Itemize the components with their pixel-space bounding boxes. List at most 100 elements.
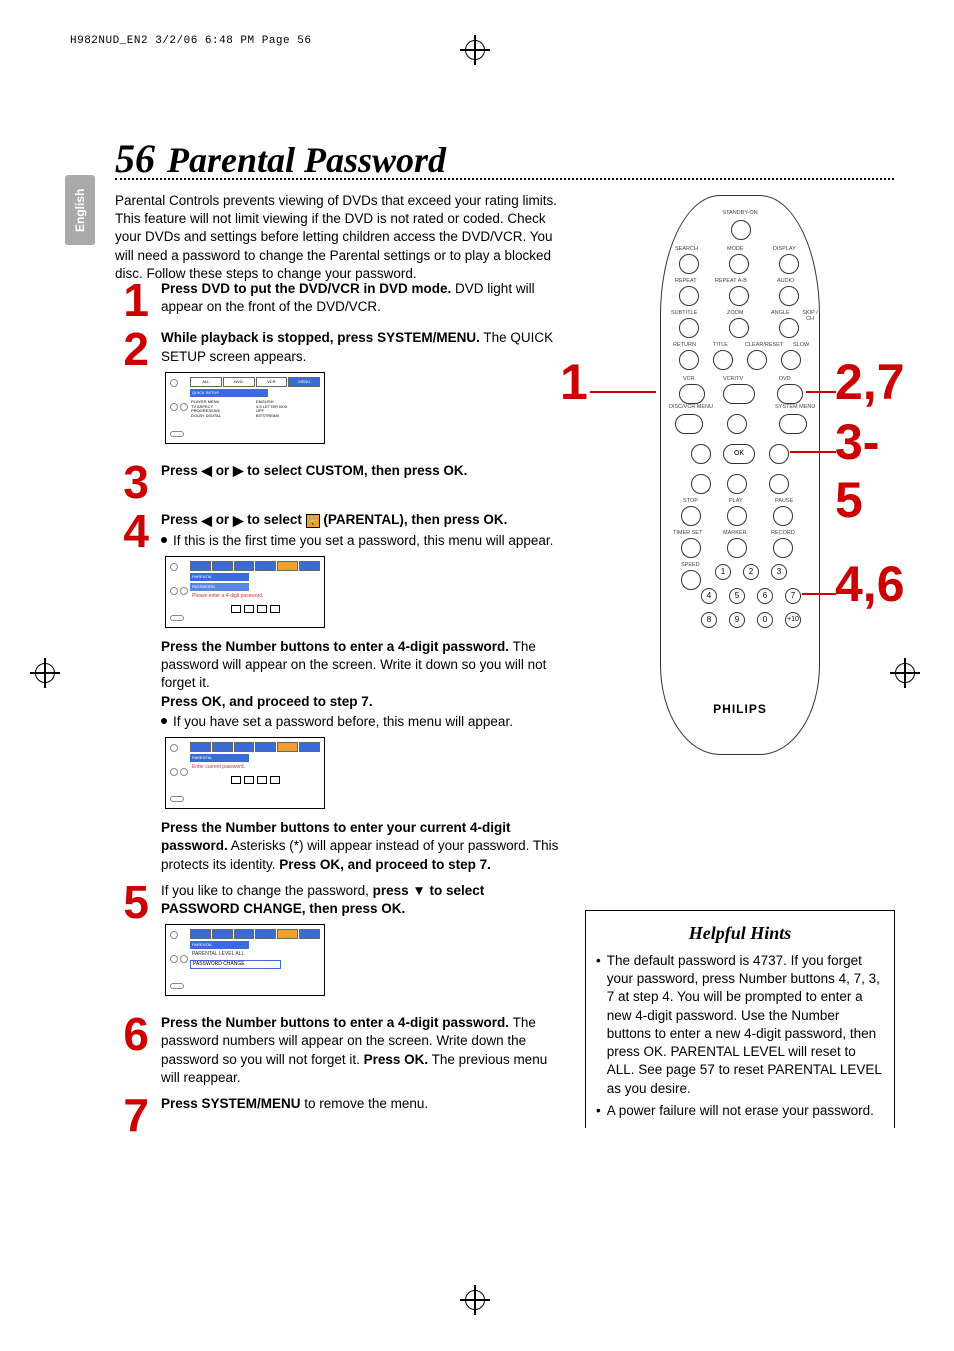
- step-bold: Press OK, and proceed to step 7.: [161, 694, 373, 709]
- step-number: 3: [115, 462, 149, 503]
- number-button: 6: [757, 588, 773, 604]
- step-text: Press: [161, 463, 202, 478]
- osd-text: Please enter a 4-digit password.: [190, 591, 320, 602]
- hint-item: The default password is 4737. If you for…: [596, 952, 884, 1098]
- remote-label: DVD: [779, 376, 791, 382]
- osd-text: Enter current password.: [190, 762, 320, 773]
- skip-back-icon: [779, 318, 799, 338]
- remote-body: STANDBY-ON SEARCH MODE DISPLAY REPEAT RE…: [660, 195, 820, 755]
- step-7: 7 Press SYSTEM/MENU to remove the menu.: [115, 1095, 565, 1136]
- skip-fwd-icon: [779, 286, 799, 306]
- step-bold: Press the Number buttons to enter a 4-di…: [161, 1015, 509, 1030]
- step-3: 3 Press ◀ or ▶ to select CUSTOM, then pr…: [115, 462, 565, 503]
- remote-label: PAUSE: [775, 498, 793, 504]
- step-text: or: [212, 463, 233, 478]
- step-body: Press the Number buttons to enter a 4-di…: [161, 1014, 565, 1087]
- step-bold: Press DVD to put the DVD/VCR in DVD mode…: [161, 281, 451, 296]
- remote-label: STANDBY-ON: [661, 210, 819, 216]
- step-number: 1: [115, 280, 149, 321]
- step-bullet: If you have set a password before, this …: [173, 713, 513, 731]
- remote-label: VCR: [683, 376, 695, 382]
- remote-label: ZOOM: [727, 310, 744, 316]
- callout-2-7: 2,7: [835, 353, 905, 411]
- step-2: 2 While playback is stopped, press SYSTE…: [115, 329, 565, 453]
- osd-parental-menu: PARENTAL PARENTAL LEVEL ALL PASSWORD CHA…: [165, 924, 325, 996]
- power-icon: [731, 220, 751, 240]
- intro-paragraph: Parental Controls prevents viewing of DV…: [115, 192, 565, 283]
- remote-label: DISPLAY: [773, 246, 796, 252]
- callout-3-5: 3-5: [835, 413, 890, 529]
- remote-label: REPEAT: [675, 278, 697, 284]
- osd-bar: PARENTAL: [190, 941, 249, 949]
- step-number: 5: [115, 882, 149, 1006]
- osd-parental-new: PARENTAL PASSWORD Please enter a 4-digit…: [165, 556, 325, 628]
- forward-icon: [769, 474, 789, 494]
- step-5: 5 If you like to change the password, pr…: [115, 882, 565, 1006]
- number-button: 2: [743, 564, 759, 580]
- page-number: 56: [115, 135, 155, 182]
- step-number: 6: [115, 1014, 149, 1087]
- step-text: to remove the menu.: [301, 1096, 429, 1111]
- number-button: 5: [729, 588, 745, 604]
- crop-mark-left: [30, 658, 60, 688]
- crop-mark-right: [890, 658, 920, 688]
- callout-line: [806, 391, 836, 393]
- step-bold: Press SYSTEM/MENU: [161, 1096, 301, 1111]
- callout-4-6: 4,6: [835, 555, 905, 613]
- osd-tab: ALL: [190, 377, 222, 387]
- number-button: 0: [757, 612, 773, 628]
- step-body: While playback is stopped, press SYSTEM/…: [161, 329, 565, 453]
- helpful-hints: Helpful Hints The default password is 47…: [585, 910, 895, 1128]
- remote-label: VCR/TV: [723, 376, 743, 382]
- remote-label: RECORD: [771, 530, 795, 536]
- remote-label: REPEAT A-B: [715, 278, 747, 284]
- remote-label: SPEED: [681, 562, 700, 568]
- brand-logo: PHILIPS: [661, 702, 819, 716]
- page-title: Parental Password: [167, 139, 446, 181]
- lock-icon: 🔒: [306, 514, 320, 528]
- step-text: to select CUSTOM, then press OK.: [243, 463, 467, 478]
- remote-label: SEARCH: [675, 246, 698, 252]
- remote-label: PLAY: [729, 498, 743, 504]
- record-icon: [773, 538, 793, 558]
- crop-mark-bottom: [460, 1285, 490, 1315]
- right-arrow-icon: ▶: [233, 512, 243, 530]
- up-arrow-icon: [727, 414, 747, 434]
- number-button: +10: [785, 612, 801, 628]
- number-button: 9: [729, 612, 745, 628]
- remote-label: TITLE: [713, 342, 728, 348]
- remote-label: RETURN: [673, 342, 696, 348]
- page-title-row: 56 Parental Password: [115, 135, 894, 182]
- step-body: If you like to change the password, pres…: [161, 882, 565, 1006]
- step-number: 4: [115, 511, 149, 874]
- callout-1: 1: [560, 353, 588, 411]
- remote-label: SYSTEM MENU: [775, 404, 815, 410]
- crop-mark-top: [460, 35, 490, 65]
- left-arrow-icon: [691, 444, 711, 464]
- remote-label: SLOW: [793, 342, 809, 348]
- ok-button: OK: [723, 444, 755, 464]
- hint-item: A power failure will not erase your pass…: [596, 1102, 884, 1120]
- callout-line: [802, 593, 836, 595]
- step-bullet: If this is the first time you set a pass…: [173, 532, 553, 550]
- osd-bar: QUICK SETUP: [190, 389, 268, 397]
- remote-label: ANGLE: [771, 310, 790, 316]
- osd-tab: VCR: [256, 377, 288, 387]
- osd-bar: PARENTAL: [190, 573, 249, 581]
- osd-col: PLAYER MENUTV ASPECTPROGRESSIVEDOLBY DIG…: [190, 399, 255, 420]
- number-button: 7: [785, 588, 801, 604]
- remote-label: TIMER SET: [673, 530, 702, 536]
- remote-label: SKIP / CH: [801, 310, 819, 322]
- left-arrow-icon: ◀: [202, 462, 212, 480]
- step-bold: Press OK.: [364, 1052, 429, 1067]
- right-arrow-icon: ▶: [233, 462, 243, 480]
- hints-title: Helpful Hints: [596, 923, 884, 944]
- manual-page: H982NUD_EN2 3/2/06 6:48 PM Page 56 Engli…: [0, 0, 954, 1351]
- step-bold: While playback is stopped, press SYSTEM/…: [161, 330, 480, 345]
- title-rule: [115, 178, 894, 180]
- callout-line: [790, 451, 836, 453]
- osd-text: PASSWORD CHANGE: [190, 960, 281, 969]
- remote-label: CLEAR/RESET: [745, 342, 783, 348]
- number-button: 4: [701, 588, 717, 604]
- step-text: If you like to change the password,: [161, 883, 373, 898]
